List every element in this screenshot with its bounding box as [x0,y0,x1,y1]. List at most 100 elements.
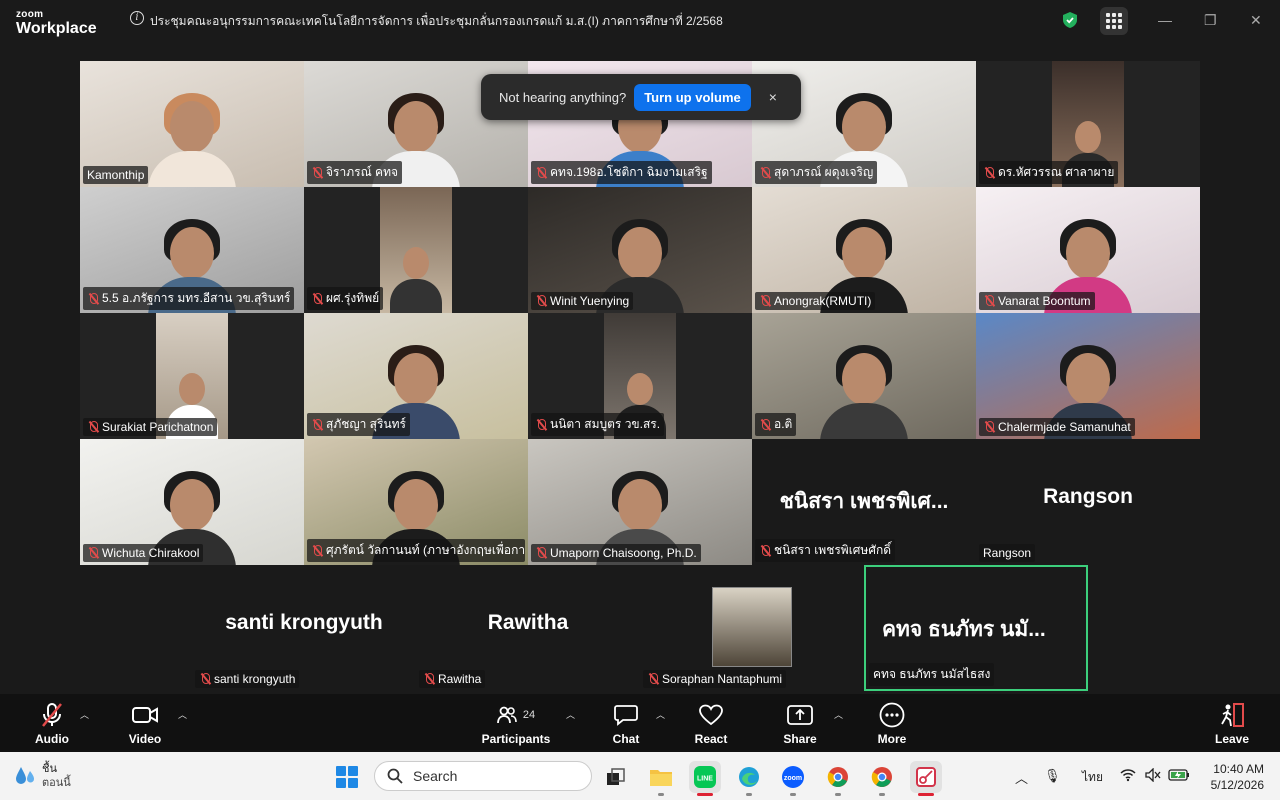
wifi-icon[interactable] [1120,768,1136,785]
video-tile[interactable]: Wichuta Chirakool [80,439,304,565]
video-tile[interactable]: Umaporn Chaisoong, Ph.D. [528,439,752,565]
mic-muted-icon [87,421,99,433]
chat-options-caret[interactable]: ︿ [656,708,665,721]
video-tile[interactable]: อ.ติ [752,313,976,439]
logo-text-workplace: Workplace [16,20,97,37]
line-app-icon[interactable]: LINE [689,761,721,796]
video-tile[interactable]: Anongrak(RMUTI) [752,187,976,313]
search-placeholder: Search [413,768,458,784]
audio-notice-popup: Not hearing anything? Turn up volume × [481,74,801,120]
task-view-icon[interactable] [600,761,632,793]
participant-video-feed [814,335,914,439]
video-tile[interactable]: Rawitha Rawitha [416,565,640,691]
weather-time: ตอนนี้ [42,777,71,789]
more-button[interactable]: More [857,702,927,746]
participant-name: Soraphan Nantaphumi [662,672,783,686]
zoom-app-icon[interactable]: zoom [777,761,809,796]
mic-muted-icon [42,703,62,727]
share-options-caret[interactable]: ︿ [834,708,843,721]
participant-name-tag: ชนิสรา เพชรพิเศษศักดิ์ [755,539,896,562]
video-tile[interactable]: Soraphan Nantaphumi [640,565,864,691]
apps-grid-icon[interactable] [1100,7,1128,35]
video-tile[interactable]: ดร.หัศวรรณ ศาลาผาย [976,61,1200,187]
participant-name: ชนิสรา เพชรพิเศษศักดิ์ [774,543,892,557]
input-language-indicator[interactable]: ไทย [1082,768,1103,787]
video-tile[interactable]: คทจ ธนภัทร นมั... คทจ ธนภัทร นมัสไธสง [864,565,1088,691]
video-tile[interactable]: Rangson Rangson [976,439,1200,565]
info-icon[interactable]: i [130,11,144,25]
weather-widget[interactable]: ชื้น ตอนนี้ [14,762,71,790]
video-tile[interactable]: สุภัชญา สุรินทร์ [304,313,528,439]
participant-name-tag: Chalermjade Samanuhat [979,418,1135,436]
audio-label: Audio [35,732,69,746]
video-tile[interactable]: Chalermjade Samanuhat [976,313,1200,439]
minimize-icon[interactable]: — [1158,12,1172,28]
share-button[interactable]: Share [765,702,835,746]
participant-name: Umaporn Chaisoong, Ph.D. [550,546,697,560]
taskbar-search-box[interactable]: Search [374,761,592,791]
video-options-caret[interactable]: ︿ [178,708,187,721]
participant-name: อ.ติ [774,417,793,431]
participants-options-caret[interactable]: ︿ [566,708,575,721]
snipping-tool-icon[interactable] [910,761,942,796]
video-tile[interactable]: ชนิสรา เพชรพิเศ... ชนิสรา เพชรพิเศษศักดิ์ [752,439,976,565]
raindrop-icon [16,767,34,784]
participant-name-tag: santi krongyuth [195,670,300,688]
windows-start-icon[interactable] [336,766,358,788]
mic-muted-icon [311,544,323,557]
restore-icon[interactable]: ❐ [1204,12,1217,29]
leave-button[interactable]: Leave [1197,702,1267,746]
participant-name-tag: Vanarat Boontum [979,292,1095,310]
speaker-muted-icon[interactable] [1145,767,1161,785]
video-tile[interactable]: Vanarat Boontum [976,187,1200,313]
react-button[interactable]: React [676,702,746,746]
edge-browser-icon[interactable] [733,761,765,796]
participant-name: 5.5 อ.ภรัฐการ มทร.อีสาน วข.สุรินทร์ [102,291,291,305]
video-tile[interactable]: ผศ.รุ่งทิพย์ [304,187,528,313]
leave-door-icon [1221,703,1244,727]
zoom-logo: zoom Workplace [16,10,97,37]
participant-name: Surakiat Parichatnon [102,420,214,434]
participant-display-name: คทจ ธนภัทร นมั... [882,618,1046,641]
video-tile[interactable]: Surakiat Parichatnon [80,313,304,439]
participant-name: นนิตา สมบูตร วข.สร. [550,417,661,431]
video-tile[interactable]: นนิตา สมบูตร วข.สร. [528,313,752,439]
chat-button[interactable]: Chat [591,702,661,746]
video-tile[interactable]: Kamonthip [80,61,304,187]
popup-message: Not hearing anything? [499,89,627,105]
participant-name-tag: ผศ.รุ่งทิพย์ [307,287,384,310]
chrome-profile-2-icon[interactable] [866,761,898,796]
audio-button[interactable]: Audio [17,702,87,746]
participant-name-tag: Soraphan Nantaphumi [643,670,787,688]
battery-charging-icon[interactable] [1168,768,1190,785]
participant-name: คทจ ธนภัทร นมัสไธสง [873,667,991,681]
close-icon[interactable]: ✕ [1250,12,1262,29]
close-popup-icon[interactable]: × [769,89,777,105]
mic-muted-icon [759,295,771,307]
participants-button[interactable]: 24 Participants [478,702,554,746]
mic-muted-icon [983,421,995,433]
video-tile[interactable]: ศุภรัตน์ วัลกานนท์ (ภาษาอังกฤษเพื่อการ..… [304,439,528,565]
video-tile[interactable]: Winit Yuenying [528,187,752,313]
turn-up-volume-button[interactable]: Turn up volume [634,83,751,111]
video-button[interactable]: Video [110,702,180,746]
tray-overflow-caret-icon[interactable]: ︿ [1015,768,1028,787]
weather-condition: ชื้น [42,763,57,775]
more-dots-icon [879,702,905,728]
participants-label: Participants [481,732,551,746]
chrome-profile-1-icon[interactable] [822,761,854,796]
participant-name: Winit Yuenying [550,294,630,308]
video-tile[interactable]: 5.5 อ.ภรัฐการ มทร.อีสาน วข.สุรินทร์ [80,187,304,313]
microphone-tray-icon[interactable]: 🎙 [1044,768,1061,784]
participant-name-tag: 5.5 อ.ภรัฐการ มทร.อีสาน วข.สุรินทร์ [83,287,295,310]
participant-name: Rangson [983,546,1032,560]
react-label: React [694,732,728,746]
meeting-title: ประชุมคณะอนุกรรมการคณะเทคโนโลยีการจัดการ… [150,14,723,28]
audio-options-caret[interactable]: ︿ [80,708,89,721]
system-clock[interactable]: 10:40 AM 5/12/2026 [1198,761,1264,793]
file-explorer-icon[interactable] [645,761,677,796]
video-tile[interactable]: santi krongyuth santi krongyuth [192,565,416,691]
encryption-shield-icon[interactable] [1062,11,1078,29]
participant-display-name: Rangson [1043,485,1133,508]
mic-muted-icon [311,418,323,431]
